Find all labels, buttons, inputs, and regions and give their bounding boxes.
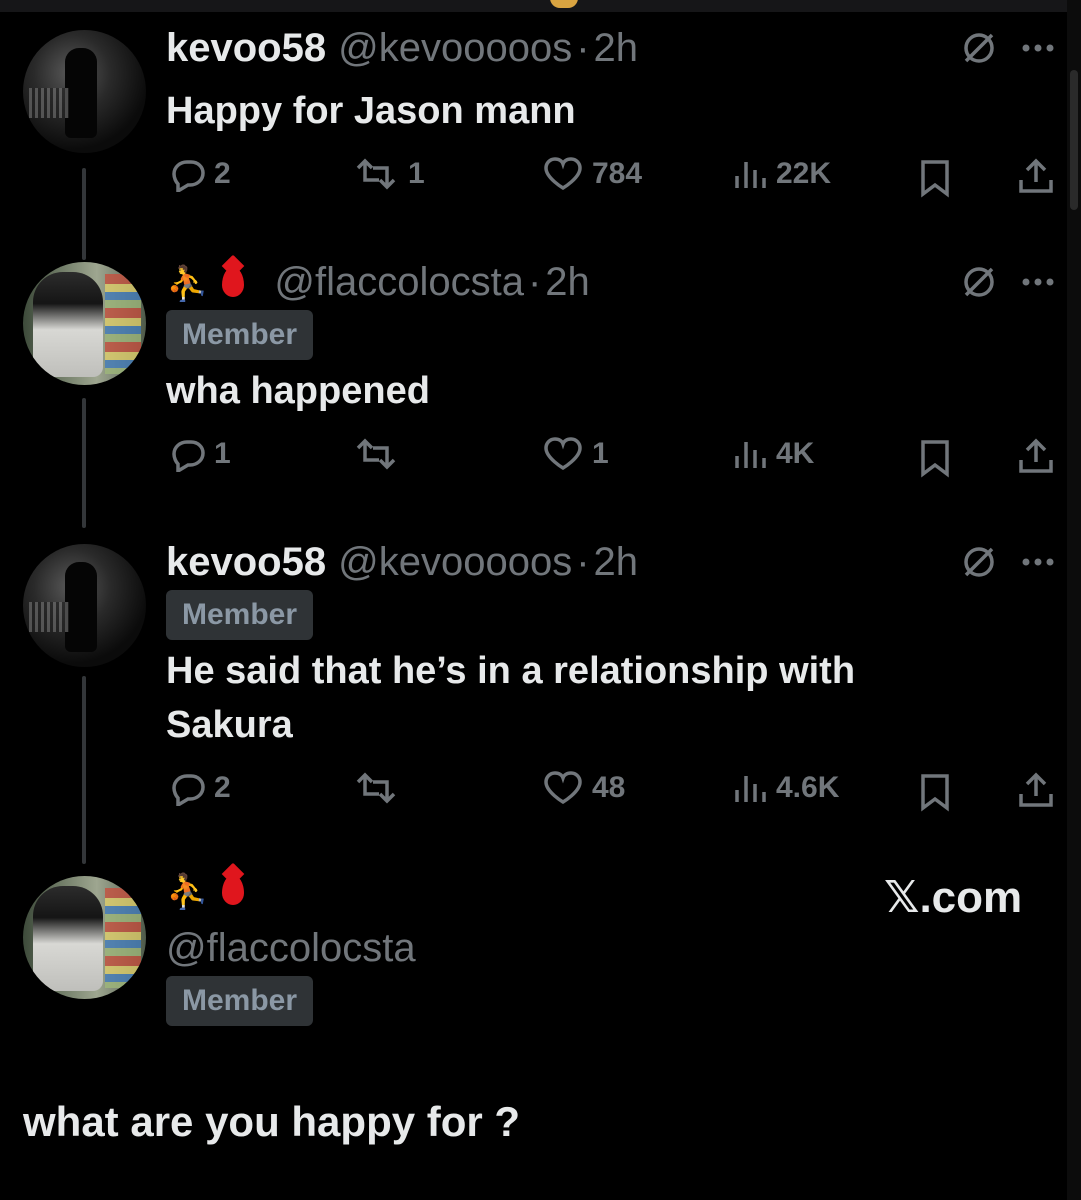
post-header: kevoo58 @kevooooos · 2h bbox=[166, 538, 638, 586]
like-button[interactable]: 48 bbox=[542, 770, 625, 806]
share-icon[interactable] bbox=[1016, 436, 1056, 476]
avatar[interactable] bbox=[23, 30, 146, 153]
post-corner-icons bbox=[961, 544, 1055, 580]
avatar[interactable] bbox=[23, 544, 146, 667]
member-badge: Member bbox=[166, 976, 314, 1026]
cropped-emoji bbox=[550, 0, 578, 8]
post-corner-icons bbox=[961, 30, 1055, 66]
reply-icon bbox=[172, 440, 205, 472]
blood-drop-emoji bbox=[222, 875, 245, 905]
thread-line bbox=[82, 676, 86, 864]
post-text-line: Sakura bbox=[166, 704, 293, 746]
reply-count: 2 bbox=[214, 771, 231, 804]
member-badge: Member bbox=[166, 310, 314, 360]
views-count: 4.6K bbox=[776, 771, 840, 804]
bookmark-icon[interactable] bbox=[918, 772, 952, 812]
separator: · bbox=[576, 26, 590, 70]
handle[interactable]: @flaccolocsta bbox=[274, 258, 524, 306]
handle[interactable]: @flaccolocsta bbox=[166, 924, 416, 972]
views-icon bbox=[735, 162, 766, 188]
views-icon bbox=[735, 442, 766, 468]
views-icon bbox=[735, 776, 766, 802]
like-icon bbox=[544, 437, 582, 471]
timestamp[interactable]: 2h bbox=[594, 538, 639, 586]
more-icon[interactable] bbox=[1021, 277, 1055, 287]
grok-icon[interactable] bbox=[961, 264, 997, 300]
post-header: ⛹ @flaccolocsta · 2h bbox=[166, 258, 590, 308]
views-button[interactable]: 4.6K bbox=[732, 770, 839, 806]
share-icon[interactable] bbox=[1016, 770, 1056, 810]
like-icon bbox=[544, 771, 582, 805]
thread-line bbox=[82, 168, 86, 260]
grok-icon[interactable] bbox=[961, 30, 997, 66]
views-button[interactable]: 22K bbox=[732, 156, 831, 192]
timestamp[interactable]: 2h bbox=[594, 24, 639, 72]
top-bar bbox=[0, 0, 1081, 12]
like-button[interactable]: 784 bbox=[542, 156, 642, 192]
avatar[interactable] bbox=[23, 262, 146, 385]
action-bar: 1 1 4K bbox=[166, 436, 1056, 480]
action-bar: 2 1 784 22K bbox=[166, 156, 1056, 200]
reply-icon bbox=[172, 774, 205, 806]
timestamp[interactable]: 2h bbox=[545, 258, 590, 306]
bookmark-icon[interactable] bbox=[918, 438, 952, 478]
views-count: 22K bbox=[776, 157, 832, 190]
handle[interactable]: @kevooooos bbox=[338, 538, 572, 586]
post-text: Happy for Jason mann bbox=[166, 90, 576, 132]
like-count: 784 bbox=[592, 157, 643, 190]
reply-icon bbox=[172, 160, 205, 192]
reply-count: 1 bbox=[214, 437, 231, 470]
views-count: 4K bbox=[776, 437, 815, 470]
more-icon[interactable] bbox=[1021, 557, 1055, 567]
reply-button[interactable]: 2 bbox=[166, 156, 231, 192]
action-bar: 2 48 4.6K bbox=[166, 770, 1056, 814]
display-name[interactable]: kevoo58 bbox=[166, 24, 326, 72]
like-button[interactable]: 1 bbox=[542, 436, 609, 472]
share-icon[interactable] bbox=[1016, 156, 1056, 196]
display-name[interactable]: kevoo58 bbox=[166, 538, 326, 586]
basketball-player-emoji: ⛹ bbox=[166, 265, 209, 303]
scrollbar[interactable] bbox=[1067, 0, 1081, 1200]
blood-drop-emoji bbox=[222, 267, 245, 297]
composer-handle-row: @flaccolocsta bbox=[166, 924, 416, 972]
avatar[interactable] bbox=[23, 876, 146, 999]
like-count: 1 bbox=[592, 437, 609, 470]
repost-count: 1 bbox=[408, 157, 425, 190]
repost-button[interactable] bbox=[352, 770, 408, 806]
repost-button[interactable]: 1 bbox=[352, 156, 425, 192]
repost-button[interactable] bbox=[352, 436, 408, 472]
separator: · bbox=[576, 540, 590, 584]
member-badge: Member bbox=[166, 590, 314, 640]
reply-button[interactable]: 2 bbox=[166, 770, 231, 806]
post-text: wha happened bbox=[166, 370, 430, 412]
reply-text: what are you happy for ? bbox=[23, 1098, 521, 1145]
bookmark-icon[interactable] bbox=[918, 158, 952, 198]
post-text-line: He said that he’s in a relationship with bbox=[166, 650, 856, 692]
reply-button[interactable]: 1 bbox=[166, 436, 231, 472]
more-icon[interactable] bbox=[1021, 43, 1055, 53]
repost-icon bbox=[356, 438, 396, 470]
separator: · bbox=[527, 260, 542, 304]
post-corner-icons bbox=[961, 264, 1055, 300]
repost-icon bbox=[356, 158, 396, 190]
handle[interactable]: @kevooooos bbox=[338, 24, 572, 72]
post-header: kevoo58 @kevooooos · 2h bbox=[166, 24, 638, 72]
thread-line bbox=[82, 398, 86, 528]
reply-count: 2 bbox=[214, 157, 231, 190]
views-button[interactable]: 4K bbox=[732, 436, 814, 472]
like-icon bbox=[544, 157, 582, 191]
like-count: 48 bbox=[592, 771, 626, 804]
grok-icon[interactable] bbox=[961, 544, 997, 580]
watermark: 𝕏.com bbox=[884, 873, 1023, 922]
repost-icon bbox=[356, 772, 396, 804]
composer-header: ⛹ bbox=[166, 868, 274, 916]
basketball-player-emoji: ⛹ bbox=[166, 873, 209, 911]
scrollbar-thumb[interactable] bbox=[1070, 70, 1078, 210]
